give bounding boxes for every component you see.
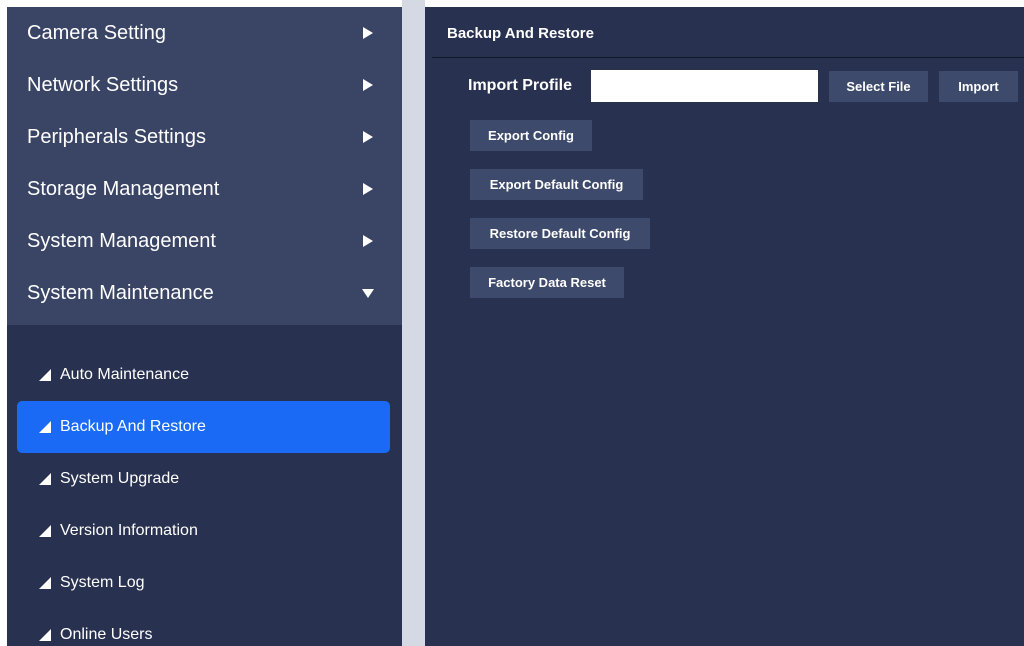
main-panel: Backup And Restore Import Profile Select… — [425, 7, 1024, 646]
export-default-config-button[interactable]: Export Default Config — [470, 169, 643, 200]
menu-label: Storage Management — [27, 177, 220, 200]
chevron-right-icon — [363, 131, 373, 143]
menu-network-settings[interactable]: Network Settings — [7, 59, 402, 111]
corner-triangle-icon — [39, 525, 51, 537]
menu-camera-setting[interactable]: Camera Setting — [7, 7, 402, 59]
chevron-right-icon — [363, 79, 373, 91]
corner-triangle-icon — [39, 577, 51, 589]
factory-data-reset-button[interactable]: Factory Data Reset — [470, 267, 624, 298]
menu-label: Peripherals Settings — [27, 125, 206, 148]
submenu-item-backup-and-restore[interactable]: Backup And Restore — [17, 401, 390, 453]
corner-triangle-icon — [39, 421, 51, 433]
title-divider — [432, 57, 1024, 58]
menu-peripherals-settings[interactable]: Peripherals Settings — [7, 111, 402, 163]
submenu-label: Online Users — [60, 626, 153, 643]
menu-storage-management[interactable]: Storage Management — [7, 163, 402, 215]
select-file-button[interactable]: Select File — [829, 71, 928, 102]
import-profile-label: Import Profile — [468, 77, 573, 94]
corner-triangle-icon — [39, 473, 51, 485]
chevron-right-icon — [363, 235, 373, 247]
export-config-button[interactable]: Export Config — [470, 120, 592, 151]
chevron-right-icon — [363, 183, 373, 195]
menu-system-management[interactable]: System Management — [7, 215, 402, 267]
import-button[interactable]: Import — [939, 71, 1018, 102]
main-menu: Camera Setting Network Settings Peripher… — [7, 7, 402, 325]
submenu: Auto Maintenance Backup And Restore Syst… — [7, 325, 402, 646]
panel-divider — [402, 0, 425, 646]
submenu-item-system-upgrade[interactable]: System Upgrade — [17, 453, 390, 505]
submenu-item-auto-maintenance[interactable]: Auto Maintenance — [17, 349, 390, 401]
restore-default-config-button[interactable]: Restore Default Config — [470, 218, 650, 249]
menu-label: Camera Setting — [27, 21, 166, 44]
chevron-right-icon — [363, 27, 373, 39]
import-profile-input[interactable] — [591, 70, 818, 102]
submenu-label: System Log — [60, 574, 145, 591]
submenu-label: System Upgrade — [60, 470, 180, 487]
submenu-label: Backup And Restore — [60, 418, 206, 435]
corner-triangle-icon — [39, 629, 51, 641]
submenu-item-system-log[interactable]: System Log — [17, 557, 390, 609]
submenu-label: Version Information — [60, 522, 198, 539]
page-title: Backup And Restore — [447, 25, 594, 42]
menu-label: System Maintenance — [27, 281, 214, 304]
submenu-label: Auto Maintenance — [60, 366, 189, 383]
chevron-down-icon — [362, 288, 374, 298]
corner-triangle-icon — [39, 369, 51, 381]
menu-system-maintenance[interactable]: System Maintenance — [7, 267, 402, 319]
submenu-item-version-information[interactable]: Version Information — [17, 505, 390, 557]
submenu-item-online-users[interactable]: Online Users — [17, 609, 390, 646]
menu-label: System Management — [27, 229, 216, 252]
menu-label: Network Settings — [27, 73, 179, 96]
sidebar: Camera Setting Network Settings Peripher… — [7, 7, 402, 646]
